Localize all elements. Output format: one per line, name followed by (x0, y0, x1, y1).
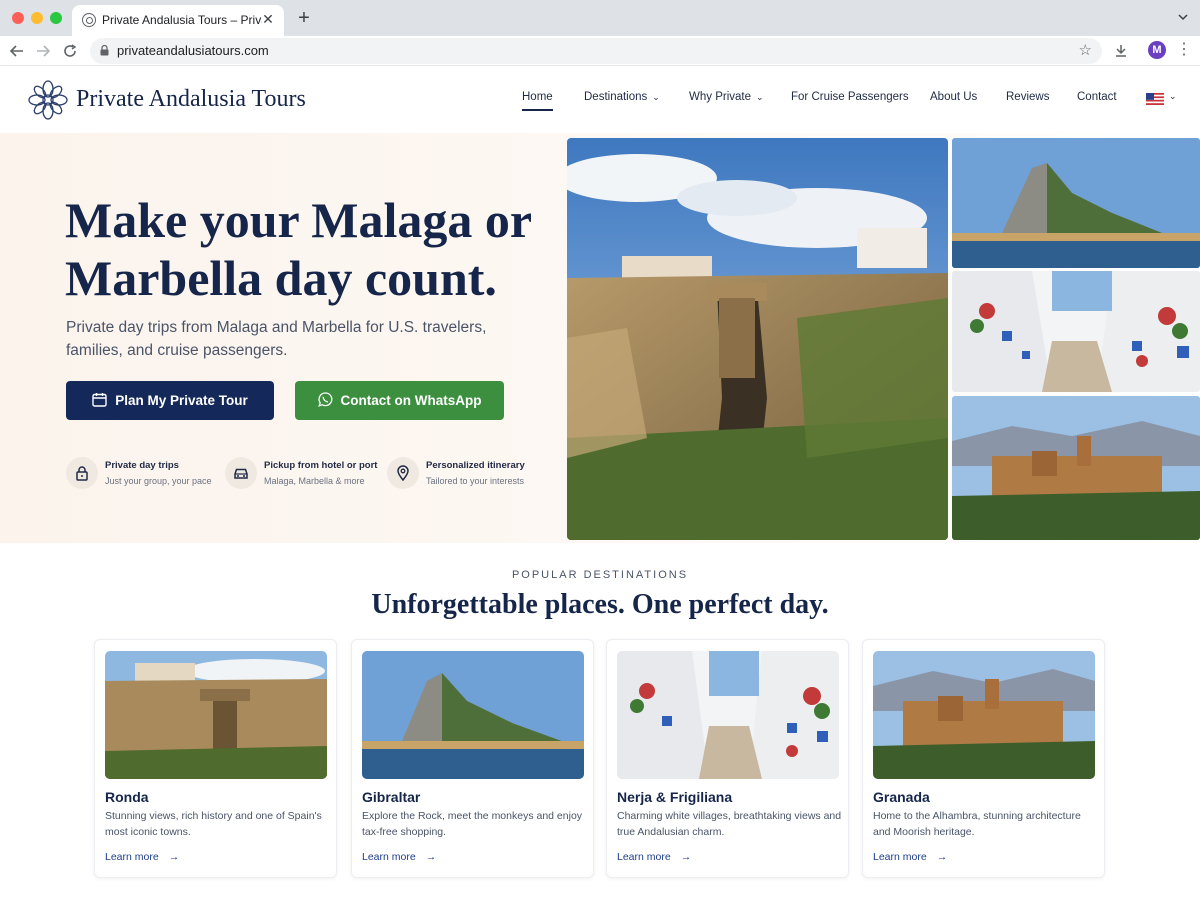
new-tab-button[interactable]: + (294, 8, 314, 28)
arrow-right-icon: → (936, 851, 948, 863)
lock-icon (66, 457, 98, 489)
address-bar[interactable]: privateandalusiatours.com ☆ (90, 38, 1102, 64)
hero-section: Make your Malaga or Marbella day count. … (0, 133, 1200, 543)
chevron-down-icon: ⌄ (756, 92, 764, 102)
location-pin-icon (387, 457, 419, 489)
feature-title: Private day trips (105, 460, 179, 471)
destination-card-granada[interactable]: Granada Home to the Alhambra, stunning a… (862, 639, 1105, 878)
feature-desc: Tailored to your interests (426, 476, 525, 486)
window-close-button[interactable] (12, 12, 24, 24)
nav-cruise-label: For Cruise Passengers (791, 91, 909, 103)
learn-more-label: Learn more (362, 851, 416, 863)
forward-arrow-icon[interactable] (34, 42, 52, 60)
reload-icon[interactable] (61, 42, 79, 60)
site-header: Private Andalusia Tours Home Destination… (0, 67, 1200, 133)
card-title: Gibraltar (362, 789, 421, 805)
logo-text[interactable]: Private Andalusia Tours (76, 86, 306, 113)
card-title: Granada (873, 789, 930, 805)
learn-more-link[interactable]: Learn more → (617, 851, 691, 863)
back-arrow-icon[interactable] (8, 42, 26, 60)
gibraltar-hero-photo (952, 138, 1200, 268)
url-text: privateandalusiatours.com (117, 43, 269, 58)
learn-more-label: Learn more (617, 851, 671, 863)
card-description: Charming white villages, breathtaking vi… (617, 810, 842, 838)
feature-title: Personalized itinerary (426, 460, 525, 471)
browser-tab-bar: Private Andalusia Tours – Private ✕ + (0, 0, 1200, 36)
card-title: Ronda (105, 789, 149, 805)
section-title: Unforgettable places. One perfect day. (371, 589, 829, 620)
section-kicker: POPULAR DESTINATIONS (511, 569, 689, 581)
learn-more-link[interactable]: Learn more → (873, 851, 947, 863)
card-description: Explore the Rock, meet the monkeys and e… (362, 810, 583, 838)
card-description: Home to the Alhambra, stunning architect… (873, 810, 1081, 838)
nav-cruise-passengers[interactable]: For Cruise Passengers (791, 91, 909, 103)
learn-more-label: Learn more (873, 851, 927, 863)
nav-destinations[interactable]: Destinations ⌄ (584, 91, 660, 103)
nav-about-label: About Us (930, 91, 978, 103)
arrow-right-icon: → (168, 851, 180, 863)
tab-close-icon[interactable]: ✕ (260, 11, 276, 27)
nav-about-us[interactable]: About Us (930, 91, 977, 103)
card-title: Nerja & Frigiliana (617, 789, 733, 805)
chevron-down-icon[interactable] (1178, 12, 1188, 22)
learn-more-label: Learn more (105, 851, 159, 863)
profile-avatar[interactable]: M (1148, 41, 1166, 59)
learn-more-link[interactable]: Learn more → (105, 851, 179, 863)
nav-destinations-label: Destinations (584, 91, 648, 103)
arrow-right-icon: → (680, 851, 692, 863)
nav-home[interactable]: Home (522, 91, 553, 111)
destination-card-gibraltar[interactable]: Gibraltar Explore the Rock, meet the mon… (351, 639, 594, 878)
globe-icon (82, 13, 96, 27)
ronda-card-photo (105, 651, 327, 779)
granada-card-photo (873, 651, 1095, 779)
destination-card-ronda[interactable]: Ronda Stunning views, rich history and o… (94, 639, 337, 878)
nav-contact[interactable]: Contact (1077, 91, 1117, 103)
download-icon[interactable] (1112, 42, 1130, 60)
window-zoom-button[interactable] (50, 12, 62, 24)
hero-title: Make your Malaga or Marbella day count. (65, 192, 532, 306)
chevron-down-icon: ⌄ (652, 92, 660, 102)
plan-tour-label: Plan My Private Tour (115, 393, 248, 408)
hero-subtitle: Private day trips from Malaga and Marbel… (66, 319, 487, 359)
window-minimize-button[interactable] (31, 12, 43, 24)
calendar-icon (92, 393, 107, 408)
feature-title: Pickup from hotel or port (264, 460, 378, 471)
nav-why-private-label: Why Private (689, 91, 751, 103)
feature-desc: Just your group, your pace (105, 476, 212, 486)
logo-ornament-icon[interactable] (28, 80, 68, 120)
nav-why-private[interactable]: Why Private ⌄ (689, 91, 764, 103)
nav-reviews-label: Reviews (1006, 91, 1050, 103)
whatsapp-icon (317, 392, 332, 408)
learn-more-link[interactable]: Learn more → (362, 851, 436, 863)
browser-menu-icon[interactable]: ⋮ (1176, 40, 1192, 60)
nerja-card-photo (617, 651, 839, 779)
bookmark-star-icon[interactable]: ☆ (1079, 41, 1092, 59)
destination-card-nerja[interactable]: Nerja & Frigiliana Charming white villag… (606, 639, 849, 878)
gibraltar-card-photo (362, 651, 584, 779)
language-chevron-icon[interactable]: ⌄ (1169, 91, 1177, 102)
granada-hero-photo (952, 396, 1200, 540)
ronda-hero-photo (567, 138, 948, 540)
nav-reviews[interactable]: Reviews (1006, 91, 1049, 103)
nav-contact-label: Contact (1077, 91, 1117, 103)
lock-icon (100, 45, 109, 56)
whatsapp-contact-button[interactable]: Contact on WhatsApp (295, 381, 504, 420)
browser-toolbar: privateandalusiatours.com ☆ M ⋮ (0, 36, 1200, 66)
plan-private-tour-button[interactable]: Plan My Private Tour (66, 381, 274, 420)
car-icon (225, 457, 257, 489)
us-flag-icon[interactable] (1146, 93, 1164, 105)
feature-desc: Malaga, Marbella & more (264, 476, 365, 486)
nerja-hero-photo (952, 271, 1200, 392)
arrow-right-icon: → (425, 851, 437, 863)
nav-home-label: Home (522, 91, 553, 103)
whatsapp-label: Contact on WhatsApp (340, 393, 482, 408)
browser-tab[interactable]: Private Andalusia Tours – Private ✕ (72, 5, 284, 36)
card-description: Stunning views, rich history and one of … (105, 810, 322, 838)
tab-title: Private Andalusia Tours – Private (102, 13, 262, 27)
